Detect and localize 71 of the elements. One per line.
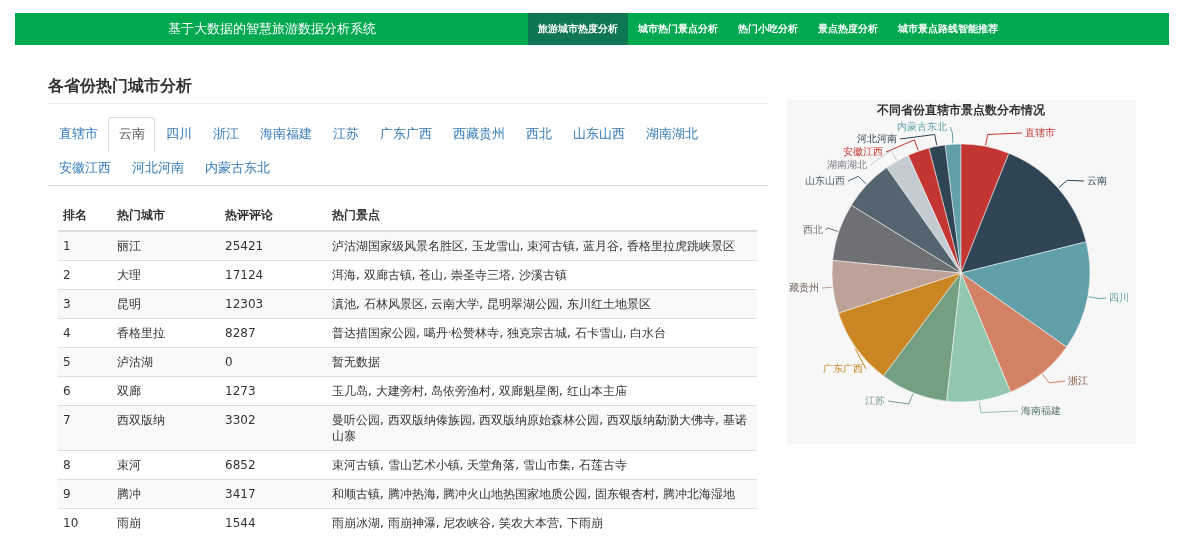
table-cell: 0 — [220, 347, 327, 377]
nav-link[interactable]: 景点热度分析 — [808, 13, 888, 45]
tab[interactable]: 浙江 — [202, 117, 249, 152]
table-cell: 暂无数据 — [327, 347, 757, 377]
slice-label: 直辖市 — [1025, 127, 1055, 138]
leader-line — [1058, 179, 1085, 189]
nav-link[interactable]: 城市热门景点分析 — [628, 13, 728, 45]
table-cell: 3302 — [220, 405, 327, 451]
table-cell: 25421 — [220, 231, 327, 261]
table-cell: 雨崩冰湖, 雨崩神瀑, 尼农峡谷, 笑农大本营, 下雨崩 — [327, 508, 757, 537]
table-cell: 曼听公园, 西双版纳傣族园, 西双版纳原始森林公园, 西双版纳勐泐大佛寺, 基诺山寨 — [327, 405, 757, 451]
table-cell: 泸沽湖国家级风景名胜区, 玉龙雪山, 束河古镇, 蓝月谷, 香格里拉虎跳峡景区 — [327, 231, 757, 261]
nav-link[interactable]: 旅游城市热度分析 — [528, 13, 628, 45]
tab[interactable]: 直辖市 — [48, 117, 108, 152]
slice-label: 西北 — [803, 224, 823, 235]
tab[interactable]: 湖南湖北 — [635, 117, 708, 152]
leader-line — [949, 126, 954, 144]
site-title: 基于大数据的智慧旅游数据分析系统 — [166, 20, 377, 38]
table-cell: 3 — [58, 289, 112, 319]
table-cell: 7 — [58, 405, 112, 451]
nav-link[interactable]: 城市景点路线智能推荐 — [888, 13, 1008, 45]
leader-line — [825, 227, 839, 232]
leader-line — [899, 133, 938, 146]
section-heading: 各省份热门城市分析 — [48, 76, 768, 104]
tab[interactable]: 四川 — [155, 117, 202, 152]
tab[interactable]: 西藏贵州 — [442, 117, 515, 152]
tab[interactable]: 内蒙古东北 — [194, 151, 280, 186]
slice-label: 四川 — [1109, 292, 1129, 303]
table-cell: 腾冲 — [112, 479, 220, 509]
slice-label: 山东山西 — [805, 175, 845, 186]
slice-label: 河北河南 — [857, 133, 897, 144]
leader-line — [821, 286, 833, 289]
slice-label: 云南 — [1087, 175, 1107, 186]
slice-label: 广东广西 — [823, 363, 863, 374]
tab[interactable]: 海南福建 — [249, 117, 322, 152]
chart-title: 不同省份直辖市景点数分布情况 — [877, 103, 1045, 117]
table-cell: 丽江 — [112, 231, 220, 261]
table-cell: 昆明 — [112, 289, 220, 319]
slice-label: 安徽江西 — [843, 146, 883, 157]
table-cell: 3417 — [220, 479, 327, 509]
tab[interactable]: 安徽江西 — [48, 151, 121, 186]
slice-label: 藏贵州 — [789, 282, 819, 293]
tab[interactable]: 云南 — [108, 117, 155, 152]
table-cell: 雨崩 — [112, 508, 220, 537]
table-cell: 10 — [58, 508, 112, 537]
slice-label: 湖南湖北 — [827, 159, 867, 170]
leader-line — [887, 393, 914, 405]
table-cell: 1 — [58, 231, 112, 261]
table-cell: 5 — [58, 347, 112, 377]
slice-label: 江苏 — [865, 395, 885, 406]
tab[interactable]: 西北 — [515, 117, 562, 152]
slice-label: 内蒙古东北 — [897, 121, 947, 132]
table-cell: 滇池, 石林风景区, 云南大学, 昆明翠湖公园, 东川红土地景区 — [327, 289, 757, 319]
tab[interactable]: 广东广西 — [369, 117, 442, 152]
tab[interactable]: 山东山西 — [562, 117, 635, 152]
tab[interactable]: 江苏 — [322, 117, 369, 152]
slice-label: 浙江 — [1068, 375, 1088, 386]
slice-label: 海南福建 — [1021, 405, 1061, 416]
leader-line — [1041, 373, 1066, 384]
leader-line — [1088, 296, 1107, 300]
leader-line — [985, 132, 1023, 146]
leader-line — [847, 175, 867, 185]
table-cell: 12303 — [220, 289, 327, 319]
leader-line — [978, 401, 1019, 414]
table-cell: 和顺古镇, 腾冲热海, 腾冲火山地热国家地质公园, 固东银杏村, 腾冲北海湿地 — [327, 479, 757, 509]
nav-link[interactable]: 热门小吃分析 — [728, 13, 808, 45]
tab[interactable]: 河北河南 — [121, 151, 194, 186]
table-cell: 1544 — [220, 508, 327, 537]
table-cell: 西双版纳 — [112, 405, 220, 451]
table-cell: 泸沽湖 — [112, 347, 220, 377]
table-cell: 9 — [58, 479, 112, 509]
